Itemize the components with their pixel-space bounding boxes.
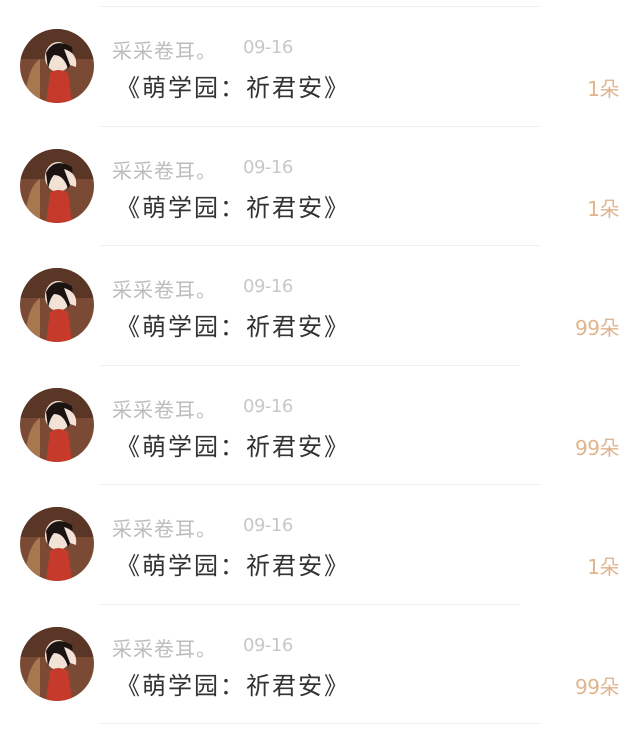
list-item[interactable]: 采采卷耳。 09-16 《萌学园：祈君安》 99朵 [0, 605, 640, 725]
message-text: 《萌学园：祈君安》 [116, 74, 350, 102]
flower-amount: 99朵 [575, 674, 619, 699]
list-item[interactable]: 采采卷耳。 09-16 《萌学园：祈君安》 99朵 [0, 366, 640, 486]
username[interactable]: 采采卷耳。 [112, 35, 217, 64]
flower-amount: 99朵 [575, 435, 619, 460]
list-item[interactable]: 采采卷耳。 09-16 《萌学园：祈君安》 1朵 [0, 127, 640, 247]
user-avatar-icon [20, 148, 94, 223]
user-avatar-icon [20, 29, 94, 103]
avatar[interactable] [20, 507, 94, 581]
timestamp: 09-16 [243, 634, 293, 656]
flower-amount: 1朵 [587, 196, 619, 221]
message-text: 《萌学园：祈君安》 [116, 552, 350, 580]
user-avatar-icon [20, 507, 94, 581]
flower-amount: 99朵 [575, 316, 619, 340]
username[interactable]: 采采卷耳。 [112, 633, 217, 662]
gift-record-list: 采采卷耳。 09-16 《萌学园：祈君安》 1朵 采采卷耳。 09-16 《萌学… [0, 7, 640, 724]
user-avatar-icon [20, 387, 94, 462]
avatar[interactable] [20, 148, 94, 223]
username[interactable]: 采采卷耳。 [112, 155, 217, 184]
flower-amount: 1朵 [587, 77, 619, 101]
user-avatar-icon [20, 268, 94, 342]
list-item[interactable]: 采采卷耳。 09-16 《萌学园：祈君安》 1朵 [0, 7, 640, 127]
message-text: 《萌学园：祈君安》 [116, 313, 350, 341]
list-item[interactable]: 采采卷耳。 09-16 《萌学园：祈君安》 1朵 [0, 485, 640, 605]
username[interactable]: 采采卷耳。 [112, 274, 217, 303]
avatar[interactable] [20, 387, 94, 462]
message-text: 《萌学园：祈君安》 [116, 671, 350, 700]
timestamp: 09-16 [243, 395, 293, 417]
flower-amount: 1朵 [587, 555, 619, 579]
timestamp: 09-16 [243, 276, 293, 297]
message-text: 《萌学园：祈君安》 [116, 193, 350, 222]
avatar[interactable] [20, 29, 94, 103]
avatar[interactable] [20, 626, 94, 701]
timestamp: 09-16 [243, 515, 293, 536]
list-item[interactable]: 采采卷耳。 09-16 《萌学园：祈君安》 99朵 [0, 246, 640, 366]
user-avatar-icon [20, 626, 94, 701]
message-text: 《萌学园：祈君安》 [116, 432, 350, 461]
timestamp: 09-16 [243, 37, 293, 58]
username[interactable]: 采采卷耳。 [112, 394, 217, 423]
avatar[interactable] [20, 268, 94, 342]
username[interactable]: 采采卷耳。 [112, 513, 217, 542]
timestamp: 09-16 [243, 156, 293, 178]
